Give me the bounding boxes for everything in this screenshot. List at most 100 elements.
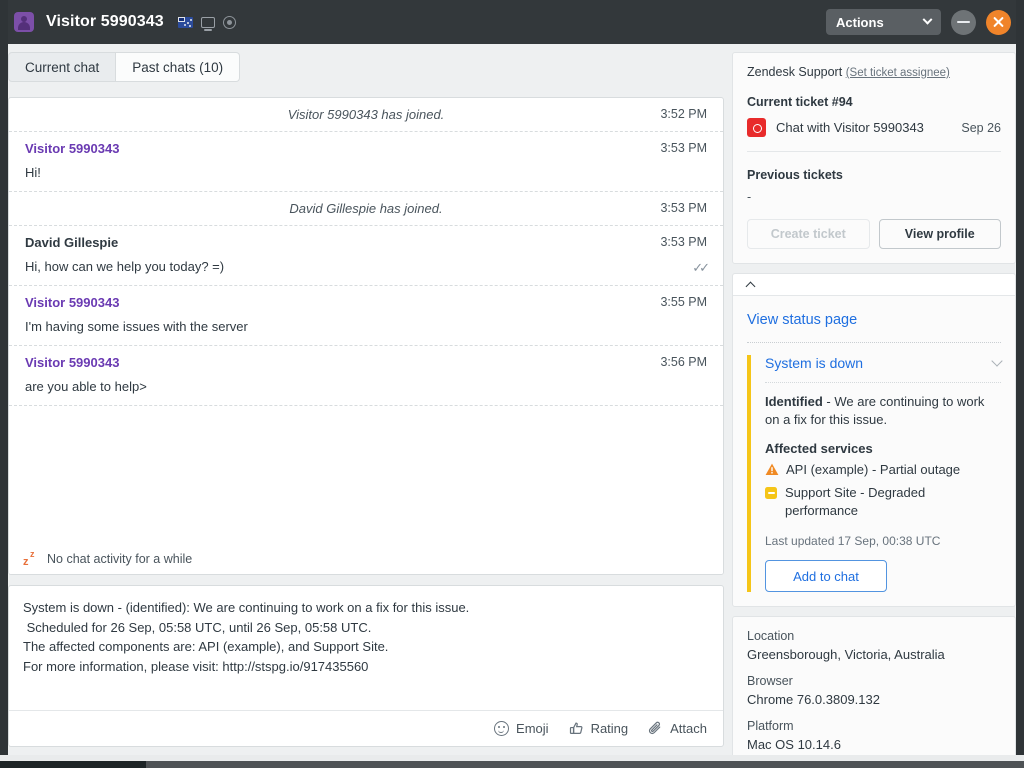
actions-dropdown[interactable]: Actions — [826, 9, 941, 35]
chevron-down-icon — [923, 14, 933, 24]
message-body: Hi, how can we help you today? =) — [25, 258, 707, 275]
affected-service-label: API (example) - Partial outage — [786, 461, 960, 479]
message-timestamp: 3:53 PM — [660, 201, 707, 215]
right-sidebar: Zendesk Support (Set ticket assignee) Cu… — [732, 52, 1016, 747]
message-timestamp: 3:53 PM — [660, 141, 707, 155]
read-receipt-icon: ✓✓ — [692, 260, 706, 276]
set-ticket-assignee-link[interactable]: (Set ticket assignee) — [846, 67, 950, 79]
info-key-browser: Browser — [747, 674, 1001, 688]
emoji-smiley-icon — [494, 721, 509, 736]
chat-message: Visitor 5990343 Hi! 3:53 PM — [9, 132, 723, 192]
current-ticket-row[interactable]: Chat with Visitor 5990343 Sep 26 — [747, 118, 1001, 137]
chat-message: Visitor 5990343 are you able to help> 3:… — [9, 346, 723, 406]
warning-triangle-icon — [765, 463, 779, 476]
message-timestamp: 3:52 PM — [660, 107, 707, 121]
thumbs-up-icon — [569, 721, 584, 736]
emoji-button[interactable]: Emoji — [494, 721, 549, 736]
divider — [747, 151, 1001, 152]
chat-transcript[interactable]: Visitor 5990343 has joined. 3:52 PM Visi… — [8, 97, 724, 575]
message-body: I'm having some issues with the server — [25, 318, 707, 335]
attach-button[interactable]: Attach — [648, 721, 707, 736]
message-author: Visitor 5990343 — [25, 295, 707, 310]
window-frame-right — [1016, 0, 1024, 761]
sleeping-zzz-icon — [23, 552, 39, 566]
visitor-meta-icons — [178, 16, 236, 29]
paperclip-icon — [648, 721, 663, 736]
status-card-collapse-toggle[interactable] — [733, 274, 1015, 296]
tab-current-chat[interactable]: Current chat — [8, 52, 116, 82]
window-title: Visitor 5990343 — [46, 13, 164, 31]
window-body: Current chat Past chats (10) Visitor 599… — [0, 44, 1024, 755]
incident-block: System is down Identified - We are conti… — [747, 355, 1001, 592]
message-author: Visitor 5990343 — [25, 141, 707, 156]
zendesk-brand-label: Zendesk Support — [747, 65, 842, 79]
info-key-platform: Platform — [747, 719, 1001, 733]
view-status-page-link[interactable]: View status page — [747, 312, 1001, 328]
add-to-chat-button[interactable]: Add to chat — [765, 560, 887, 592]
zendesk-ticket-card: Zendesk Support (Set ticket assignee) Cu… — [732, 52, 1016, 264]
message-input[interactable] — [9, 586, 723, 696]
chat-window: Visitor 5990343 Actions Current chat Pas… — [0, 0, 1024, 768]
system-event-text: Visitor 5990343 has joined. — [288, 107, 445, 122]
composer-toolbar: Emoji Rating — [9, 710, 723, 746]
message-timestamp: 3:56 PM — [660, 355, 707, 369]
message-composer: Emoji Rating — [8, 585, 724, 747]
tab-past-chats[interactable]: Past chats (10) — [116, 52, 240, 82]
window-frame-left — [0, 0, 8, 761]
incident-header[interactable]: System is down — [765, 355, 1001, 371]
desktop-monitor-icon — [201, 17, 215, 28]
affected-service-item: API (example) - Partial outage — [765, 461, 1001, 479]
rating-button-label: Rating — [591, 721, 629, 736]
message-author: David Gillespie — [25, 235, 707, 250]
ticket-subject: Chat with Visitor 5990343 — [776, 120, 924, 135]
message-body: are you able to help> — [25, 378, 707, 395]
previous-tickets-heading: Previous tickets — [747, 168, 1001, 182]
incident-title-link[interactable]: System is down — [765, 355, 863, 371]
incident-state-label: Identified — [765, 394, 823, 409]
message-timestamp: 3:55 PM — [660, 295, 707, 309]
emoji-button-label: Emoji — [516, 721, 549, 736]
info-value-location: Greensborough, Victoria, Australia — [747, 647, 1001, 662]
last-updated-label: Last updated 17 Sep, 00:38 UTC — [765, 534, 1001, 548]
chevron-down-icon[interactable] — [991, 355, 1002, 366]
divider — [765, 382, 1001, 383]
close-button[interactable] — [986, 10, 1011, 35]
chat-message: Visitor 5990343 I'm having some issues w… — [9, 286, 723, 346]
window-titlebar: Visitor 5990343 Actions — [0, 0, 1024, 44]
info-value-platform: Mac OS 10.14.6 — [747, 737, 1001, 752]
chat-message: David Gillespie Hi, how can we help you … — [9, 226, 723, 286]
current-ticket-heading: Current ticket #94 — [747, 95, 1001, 109]
attach-button-label: Attach — [670, 721, 707, 736]
idle-notice: No chat activity for a while — [9, 544, 723, 574]
chat-system-event: David Gillespie has joined. 3:53 PM — [9, 192, 723, 226]
message-body: Hi! — [25, 164, 707, 181]
flag-australia-icon — [178, 17, 193, 28]
info-value-browser: Chrome 76.0.3809.132 — [747, 692, 1001, 707]
affected-services-heading: Affected services — [765, 441, 1001, 456]
previous-tickets-value: - — [747, 190, 1001, 204]
incident-description: Identified - We are continuing to work o… — [765, 393, 1001, 429]
divider — [747, 342, 1001, 343]
minimize-button[interactable] — [951, 10, 976, 35]
ticket-status-badge-icon — [747, 118, 766, 137]
status-page-card: View status page System is down Identifi… — [732, 273, 1016, 607]
visitor-avatar-icon — [14, 12, 34, 32]
affected-service-item: Support Site - Degraded performance — [765, 484, 1001, 520]
message-timestamp: 3:53 PM — [660, 235, 707, 249]
ticket-date: Sep 26 — [961, 121, 1001, 135]
create-ticket-button[interactable]: Create ticket — [747, 219, 870, 249]
affected-service-label: Support Site - Degraded performance — [785, 484, 1001, 520]
idle-notice-label: No chat activity for a while — [47, 552, 192, 566]
degraded-minus-icon — [765, 487, 777, 499]
taskbar — [0, 761, 1024, 768]
chat-column: Current chat Past chats (10) Visitor 599… — [8, 52, 724, 747]
message-author: Visitor 5990343 — [25, 355, 707, 370]
chat-system-event: Visitor 5990343 has joined. 3:52 PM — [9, 98, 723, 132]
taskbar-active-window[interactable] — [0, 761, 146, 768]
actions-dropdown-label: Actions — [836, 15, 884, 30]
view-profile-button[interactable]: View profile — [879, 219, 1002, 249]
rating-button[interactable]: Rating — [569, 721, 629, 736]
system-event-text: David Gillespie has joined. — [289, 201, 442, 216]
info-key-location: Location — [747, 629, 1001, 643]
chevron-up-icon — [746, 281, 756, 291]
